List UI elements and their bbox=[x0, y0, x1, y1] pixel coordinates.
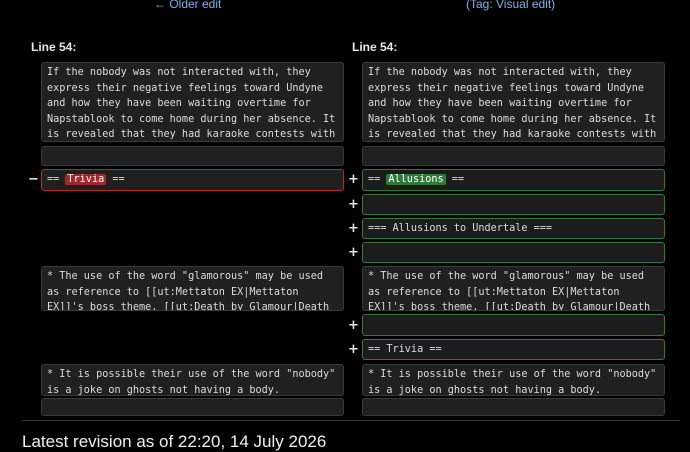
removed-line-marker: − bbox=[28, 172, 39, 187]
added-word-highlight: Allusions bbox=[386, 174, 446, 185]
right-line-label: Line 54: bbox=[352, 40, 398, 54]
left-context-paragraph: If the nobody was not interacted with, t… bbox=[41, 62, 344, 142]
right-empty-line-bottom bbox=[362, 398, 665, 416]
added-line-marker: + bbox=[348, 245, 359, 260]
right-glamorous-paragraph: * The use of the word "glamorous" may be… bbox=[362, 266, 665, 311]
left-empty-line bbox=[41, 146, 344, 166]
left-empty-line-bottom bbox=[41, 398, 344, 416]
heading-suffix: == bbox=[106, 174, 125, 185]
right-empty-line bbox=[362, 146, 665, 166]
right-added-heading: == Allusions == bbox=[362, 169, 665, 191]
added-line-marker: + bbox=[348, 221, 359, 236]
visual-edit-tag-link[interactable]: (Tag: Visual edit) bbox=[466, 0, 555, 11]
left-removed-heading: == Trivia == bbox=[41, 169, 344, 191]
heading-prefix: == bbox=[47, 174, 66, 185]
right-added-allusions-undertale: === Allusions to Undertale === bbox=[362, 218, 665, 239]
right-added-empty-line bbox=[362, 194, 665, 215]
latest-revision-heading: Latest revision as of 22:20, 14 July 202… bbox=[22, 432, 327, 451]
right-added-trivia-heading: == Trivia == bbox=[362, 339, 665, 360]
left-glamorous-paragraph: * The use of the word "glamorous" may be… bbox=[41, 266, 344, 311]
right-added-empty-line bbox=[362, 314, 665, 336]
added-line-marker: + bbox=[348, 197, 359, 212]
added-line-marker: + bbox=[348, 172, 359, 187]
older-edit-link[interactable]: ← Older edit bbox=[154, 0, 221, 11]
right-nobody-paragraph: * It is possible their use of the word "… bbox=[362, 364, 665, 396]
added-line-marker: + bbox=[348, 342, 359, 357]
right-context-paragraph: If the nobody was not interacted with, t… bbox=[362, 62, 665, 142]
heading-suffix: == bbox=[445, 174, 465, 185]
added-line-marker: + bbox=[348, 318, 359, 333]
removed-word-highlight: Trivia bbox=[65, 174, 107, 185]
right-added-empty-line bbox=[362, 242, 665, 263]
heading-prefix: == bbox=[368, 174, 387, 185]
left-nobody-paragraph: * It is possible their use of the word "… bbox=[41, 364, 344, 396]
section-divider bbox=[22, 420, 680, 421]
left-line-label: Line 54: bbox=[31, 40, 77, 54]
